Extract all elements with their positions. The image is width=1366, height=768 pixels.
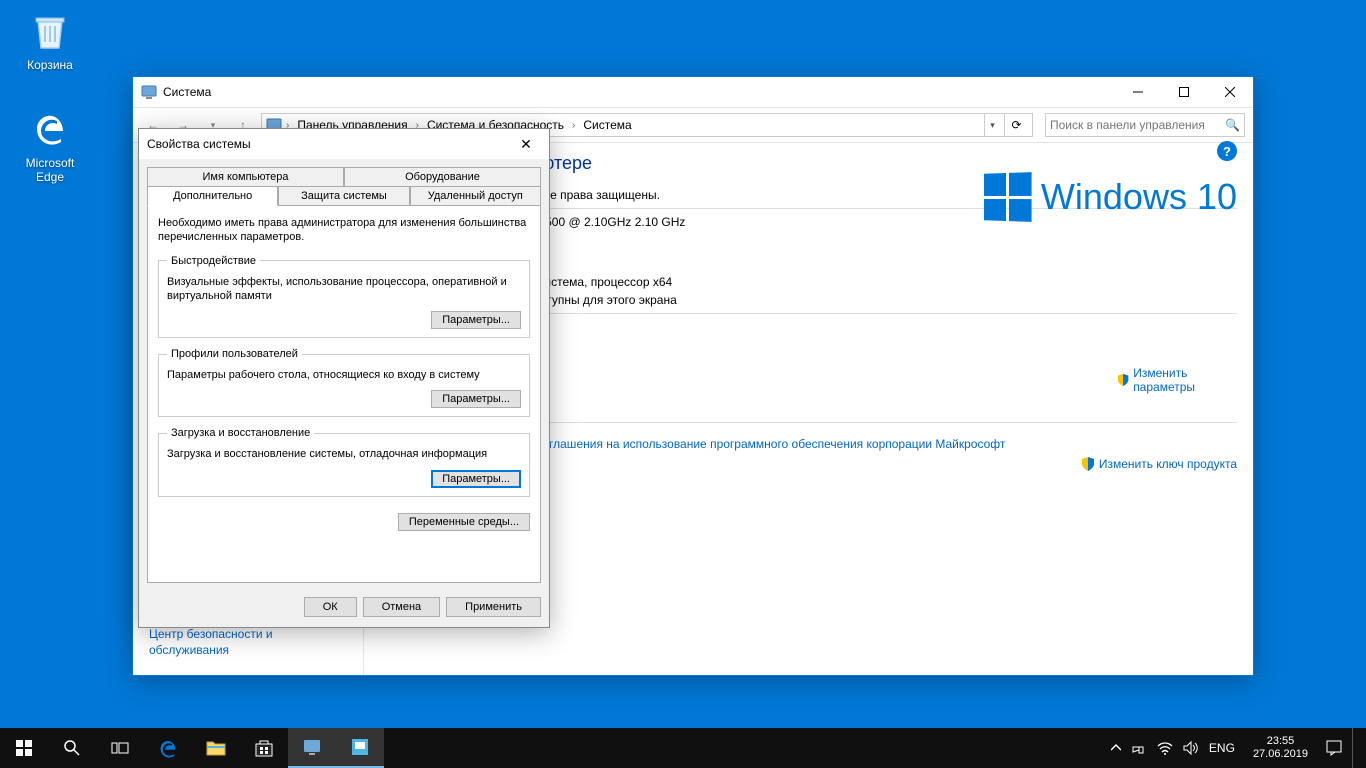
taskbar-store[interactable]	[240, 728, 288, 768]
shield-icon	[1081, 457, 1095, 471]
window-maximize-button[interactable]	[1161, 77, 1207, 107]
system-properties-dialog: Свойства системы ✕ Имя компьютера Оборуд…	[138, 128, 550, 628]
startup-description: Загрузка и восстановление системы, отлад…	[167, 447, 521, 461]
windows-logo: Windows 10	[983, 173, 1237, 221]
chevron-right-icon: ›	[572, 120, 575, 131]
performance-description: Визуальные эффекты, использование процес…	[167, 275, 521, 304]
system-icon	[141, 84, 157, 100]
apply-button[interactable]: Применить	[446, 597, 541, 617]
start-button[interactable]	[0, 728, 48, 768]
tab-panel-advanced: Необходимо иметь права администратора дл…	[147, 205, 541, 583]
search-input[interactable]	[1050, 118, 1225, 132]
clock-time: 23:55	[1253, 735, 1308, 748]
show-desktop-button[interactable]	[1352, 728, 1358, 768]
dialog-title: Свойства системы	[147, 137, 251, 151]
windows-logo-text: Windows 10	[1041, 176, 1237, 218]
tab-advanced[interactable]: Дополнительно	[147, 186, 278, 206]
profiles-settings-button[interactable]: Параметры...	[431, 390, 521, 408]
dialog-buttons: ОК Отмена Применить	[139, 591, 549, 623]
desktop-icon-edge[interactable]: Microsoft Edge	[12, 104, 88, 185]
taskbar: ENG 23:55 27.06.2019	[0, 728, 1366, 768]
cancel-button[interactable]: Отмена	[363, 597, 440, 617]
edge-icon	[156, 736, 180, 760]
sidebar-link-security-center[interactable]: Центр безопасности и обслуживания	[149, 627, 347, 658]
search-button[interactable]	[48, 728, 96, 768]
store-icon	[254, 738, 274, 758]
titlebar: Система	[133, 77, 1253, 107]
tab-computer-name[interactable]: Имя компьютера	[147, 167, 344, 187]
performance-legend: Быстродействие	[167, 255, 260, 267]
performance-group: Быстродействие Визуальные эффекты, испол…	[158, 255, 530, 339]
profiles-description: Параметры рабочего стола, относящиеся ко…	[167, 368, 521, 382]
profiles-legend: Профили пользователей	[167, 348, 302, 360]
folder-icon	[206, 738, 226, 758]
environment-variables-button[interactable]: Переменные среды...	[398, 513, 530, 531]
ok-button[interactable]: ОК	[304, 597, 357, 617]
action-center-button[interactable]	[1326, 740, 1342, 756]
performance-settings-button[interactable]: Параметры...	[431, 311, 521, 329]
taskbar-clock[interactable]: 23:55 27.06.2019	[1245, 735, 1316, 761]
desktop-icon-label: Microsoft Edge	[12, 156, 88, 185]
change-product-key-link[interactable]: Изменить ключ продукта	[1081, 455, 1237, 473]
edge-icon	[26, 104, 74, 152]
refresh-button[interactable]: ⟳	[1004, 113, 1028, 137]
system-tray: ENG 23:55 27.06.2019	[1103, 728, 1366, 768]
task-view-icon	[111, 739, 129, 757]
taskbar-app[interactable]	[336, 728, 384, 768]
taskbar-explorer[interactable]	[192, 728, 240, 768]
help-icon[interactable]: ?	[1217, 141, 1237, 161]
tab-protection[interactable]: Защита системы	[278, 186, 409, 206]
desktop-icon-recycle-bin[interactable]: Корзина	[12, 6, 88, 72]
task-view-button[interactable]	[96, 728, 144, 768]
volume-icon[interactable]	[1183, 741, 1199, 755]
breadcrumb-dropdown[interactable]: ▾	[984, 114, 1000, 136]
dialog-tabs: Имя компьютера Оборудование Дополнительн…	[147, 167, 541, 205]
tray-overflow-button[interactable]	[1111, 743, 1121, 753]
tab-hardware[interactable]: Оборудование	[344, 167, 541, 187]
window-title: Система	[163, 85, 1115, 99]
taskbar-system[interactable]	[288, 728, 336, 768]
dialog-close-button[interactable]: ✕	[511, 129, 541, 159]
wifi-icon[interactable]	[1157, 741, 1173, 755]
taskbar-edge[interactable]	[144, 728, 192, 768]
startup-settings-button[interactable]: Параметры...	[431, 470, 521, 488]
windows-icon	[16, 740, 32, 756]
change-settings-link[interactable]: Изменить параметры	[1117, 344, 1237, 416]
startup-group: Загрузка и восстановление Загрузка и вос…	[158, 427, 530, 496]
language-indicator[interactable]: ENG	[1209, 741, 1235, 755]
shield-icon	[1117, 373, 1129, 387]
clock-date: 27.06.2019	[1253, 748, 1308, 761]
startup-legend: Загрузка и восстановление	[167, 427, 314, 439]
admin-note: Необходимо иметь права администратора дл…	[158, 216, 530, 245]
search-icon[interactable]: 🔍	[1225, 118, 1240, 132]
system-icon	[302, 737, 322, 757]
breadcrumb-item[interactable]: Система	[579, 116, 635, 134]
app-icon	[350, 737, 370, 757]
dialog-titlebar: Свойства системы ✕	[139, 129, 549, 159]
window-minimize-button[interactable]	[1115, 77, 1161, 107]
window-close-button[interactable]	[1207, 77, 1253, 107]
search-icon	[63, 739, 81, 757]
search-box[interactable]: 🔍	[1045, 113, 1245, 137]
power-icon[interactable]	[1131, 742, 1147, 754]
tab-remote[interactable]: Удаленный доступ	[410, 186, 541, 206]
profiles-group: Профили пользователей Параметры рабочего…	[158, 348, 530, 417]
recycle-bin-icon	[26, 6, 74, 54]
desktop-icon-label: Корзина	[12, 58, 88, 72]
